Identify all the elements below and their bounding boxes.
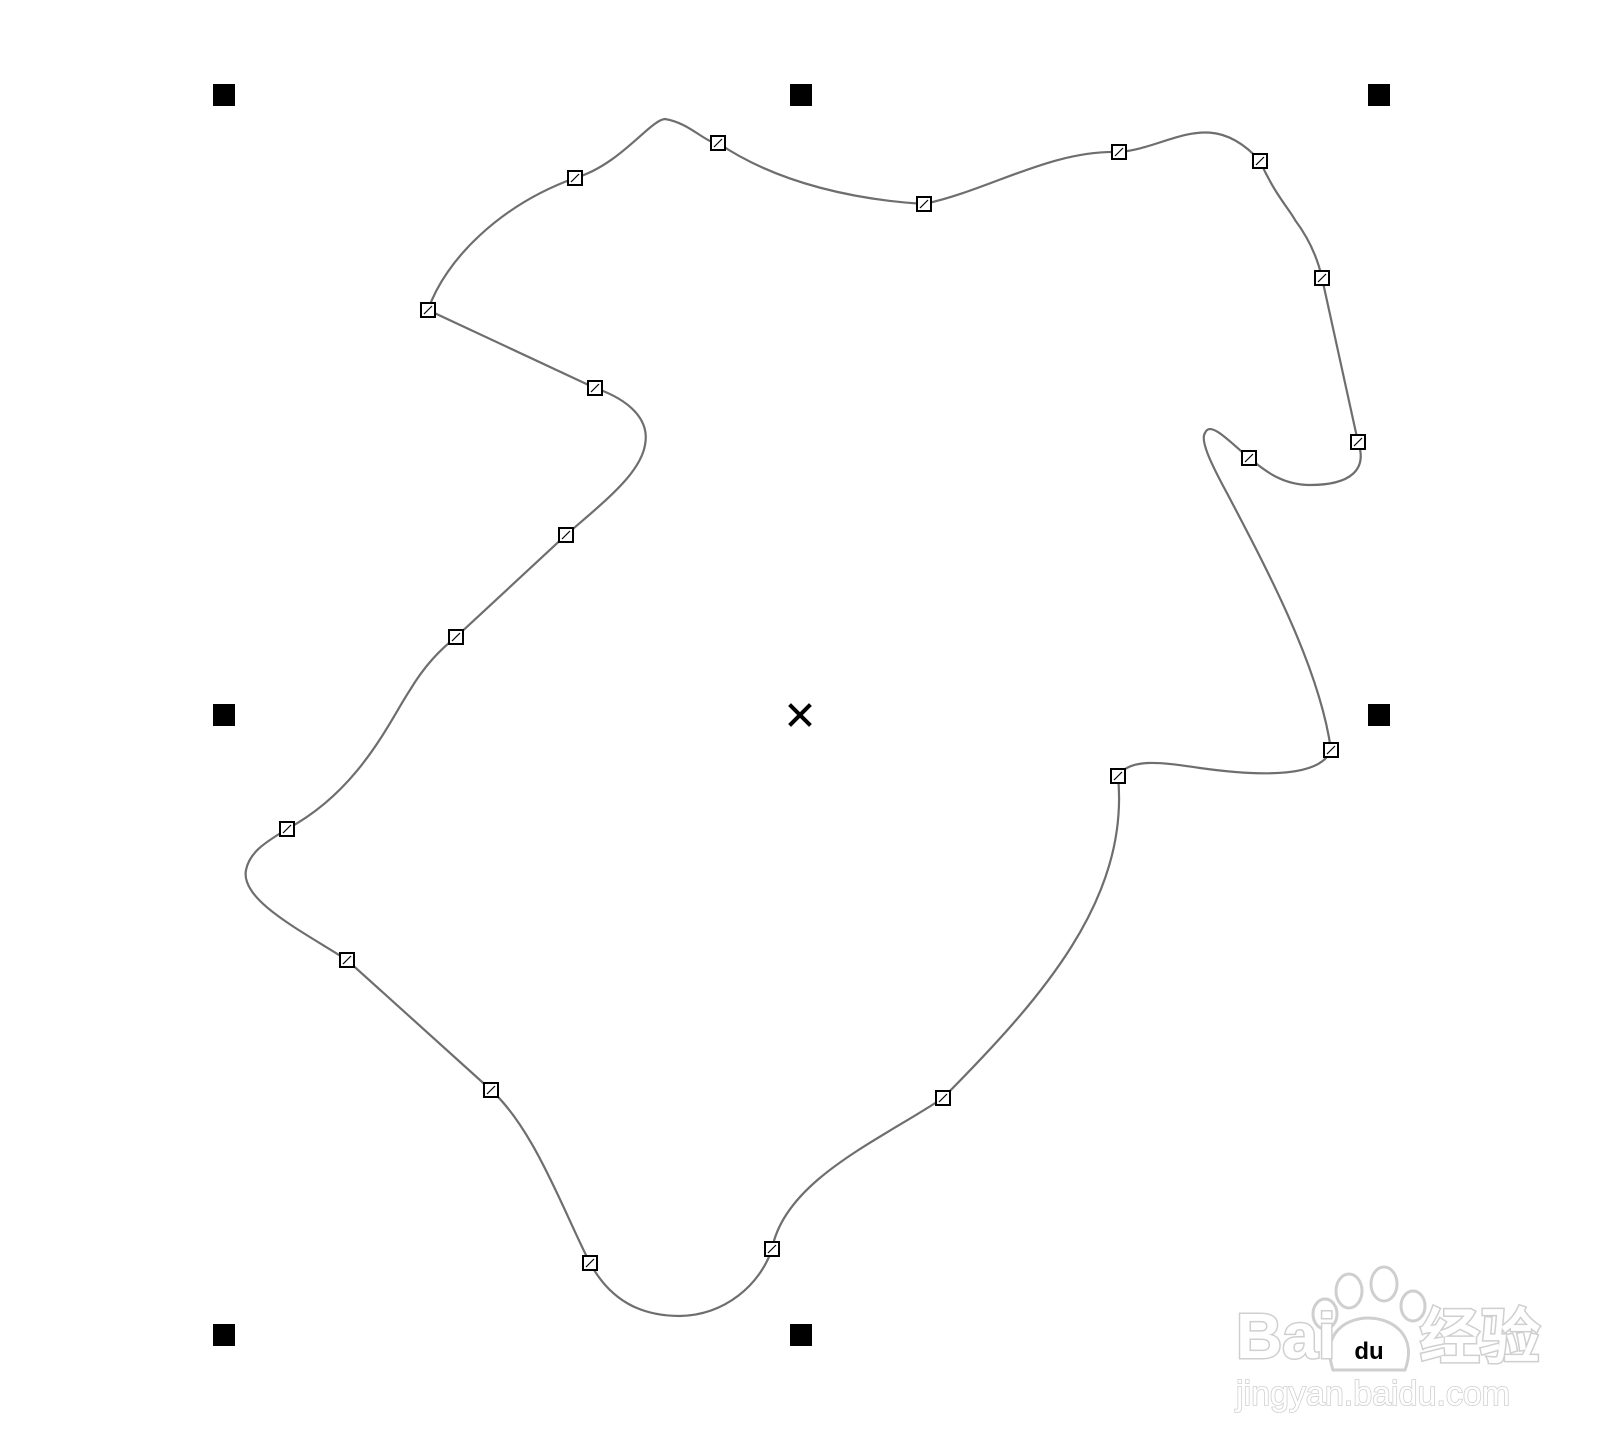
curve-node[interactable] — [764, 1241, 780, 1257]
curve-node[interactable] — [1350, 434, 1366, 450]
handle-middle-left[interactable] — [213, 704, 235, 726]
curve-node[interactable] — [558, 527, 574, 543]
curve-node[interactable] — [935, 1090, 951, 1106]
curve-node[interactable] — [339, 952, 355, 968]
baidu-watermark: du Bai 经验 jingyan.baidu.com — [1234, 1265, 1542, 1414]
curve-node[interactable] — [567, 170, 583, 186]
curve-node[interactable] — [448, 629, 464, 645]
curve-node[interactable] — [1111, 144, 1127, 160]
handle-top-right[interactable] — [1368, 84, 1390, 106]
curve-node[interactable] — [710, 135, 726, 151]
curve-node[interactable] — [1252, 153, 1268, 169]
handle-bottom-left[interactable] — [213, 1324, 235, 1346]
curve-node[interactable] — [1241, 450, 1257, 466]
handle-bottom-middle[interactable] — [790, 1324, 812, 1346]
watermark-cjk: 经验 — [1420, 1304, 1540, 1371]
handle-middle-right[interactable] — [1368, 704, 1390, 726]
curve-node[interactable] — [1323, 742, 1339, 758]
curve-node[interactable] — [420, 302, 436, 318]
curve-node[interactable] — [279, 821, 295, 837]
watermark-url: jingyan.baidu.com — [1235, 1375, 1510, 1413]
paw-du-text: du — [1354, 1338, 1383, 1365]
curve-node[interactable] — [582, 1255, 598, 1271]
curve-nodes — [279, 135, 1366, 1271]
curve-node[interactable] — [916, 196, 932, 212]
curve-node[interactable] — [1314, 270, 1330, 286]
center-x-icon[interactable] — [788, 703, 812, 727]
watermark-brand: Bai — [1236, 1300, 1336, 1372]
curve-node[interactable] — [587, 380, 603, 396]
handle-top-middle[interactable] — [790, 84, 812, 106]
handle-top-left[interactable] — [213, 84, 235, 106]
curve-node[interactable] — [1110, 768, 1126, 784]
curve-node[interactable] — [483, 1082, 499, 1098]
drawing-canvas[interactable]: du Bai 经验 jingyan.baidu.com — [0, 0, 1600, 1429]
